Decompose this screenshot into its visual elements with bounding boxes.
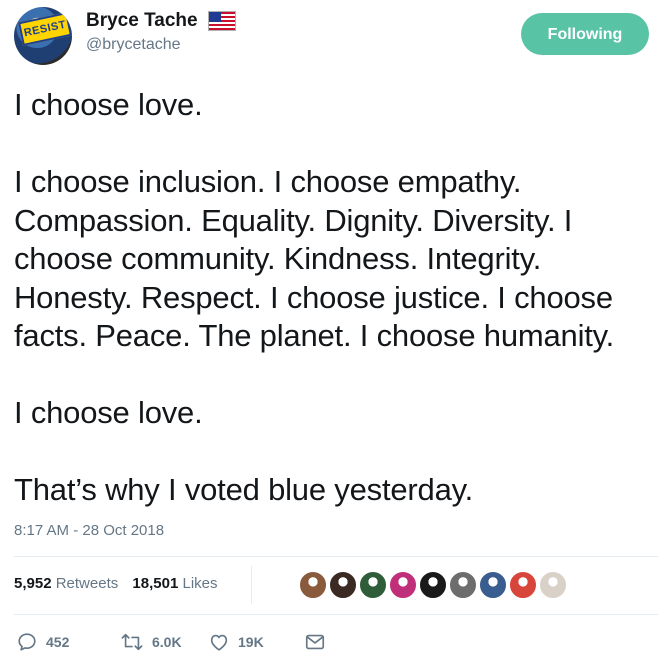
liker-avatar-1[interactable] (298, 570, 328, 600)
heart-icon (208, 631, 230, 653)
liker-avatar-9[interactable] (538, 570, 568, 600)
tweet-stats: 5,952 Retweets 18,501 Likes (14, 575, 228, 592)
direct-message-button[interactable] (304, 627, 326, 657)
retweet-icon (120, 631, 144, 653)
stats-divider (251, 566, 252, 604)
retweet-count: 6.0K (152, 634, 182, 650)
reply-button[interactable]: 452 (16, 627, 69, 657)
liker-avatar-2[interactable] (328, 570, 358, 600)
following-button[interactable]: Following (521, 13, 649, 55)
reply-icon (16, 631, 38, 653)
author-display-name[interactable]: Bryce Tache (86, 10, 198, 32)
avatar-resist-sign: RESIST (18, 12, 72, 46)
envelope-icon (304, 631, 326, 653)
like-count: 19K (238, 634, 264, 650)
liker-avatar-4[interactable] (388, 570, 418, 600)
us-flag-icon (208, 11, 237, 31)
divider (14, 556, 658, 557)
tweet-timestamp[interactable]: 8:17 AM - 28 Oct 2018 (14, 522, 164, 539)
reply-count: 452 (46, 634, 70, 650)
like-button[interactable]: 19K (208, 627, 264, 657)
retweets-label: Retweets (55, 575, 119, 592)
likes-stat[interactable]: 18,501 Likes (132, 575, 217, 592)
tweet-text: I choose love. I choose inclusion. I cho… (14, 87, 615, 507)
liker-avatar-8[interactable] (508, 570, 538, 600)
liker-avatar-3[interactable] (358, 570, 388, 600)
author-name-block: Bryce Tache @brycetache (86, 10, 237, 54)
tweet-actions: 452 6.0K 19K (14, 627, 654, 657)
likes-count: 18,501 (132, 575, 179, 592)
author-avatar[interactable]: RESIST (14, 7, 72, 65)
author-handle[interactable]: @brycetache (86, 36, 236, 54)
tweet-header: RESIST Bryce Tache @brycetache Following (0, 0, 660, 70)
liker-avatar-6[interactable] (448, 570, 478, 600)
liker-avatar-7[interactable] (478, 570, 508, 600)
divider (14, 614, 658, 615)
retweets-count: 5,952 (14, 575, 52, 592)
likes-label: Likes (182, 575, 218, 592)
retweets-stat[interactable]: 5,952 Retweets (14, 575, 118, 592)
liker-avatar-5[interactable] (418, 570, 448, 600)
retweet-button[interactable]: 6.0K (120, 627, 182, 657)
